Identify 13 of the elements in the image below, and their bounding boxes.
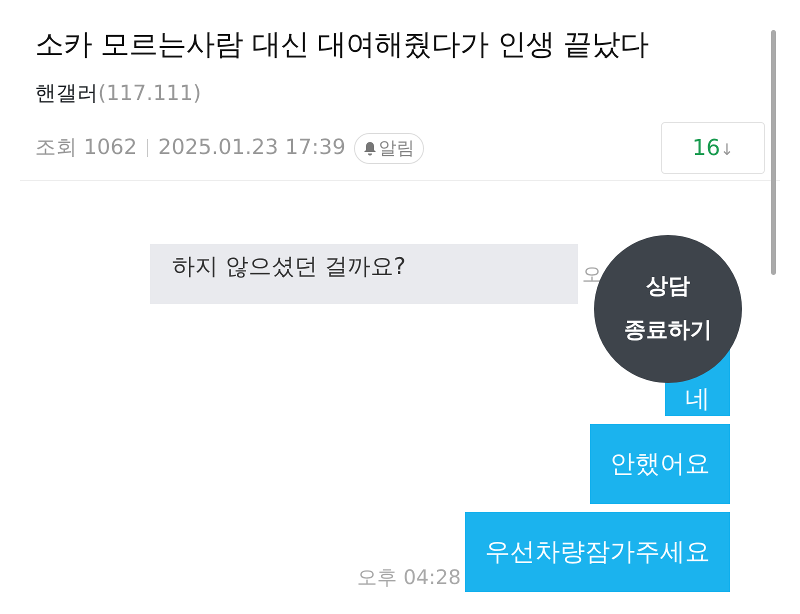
author-ip: (117.111) <box>98 81 202 105</box>
bell-icon <box>362 140 377 156</box>
message-bubble: 안했어요 <box>590 424 730 504</box>
message-bubble: 하지 않으셨던 걸까요? <box>150 244 578 304</box>
message-time: 오후 04:28 <box>357 564 461 591</box>
post-title: 소카 모르는사람 대신 대여해줬다가 인생 끝났다 <box>35 26 650 63</box>
author-name[interactable]: 핸갤러 <box>35 81 98 105</box>
message-bubble: 우선차량잠가주세요 <box>465 512 730 592</box>
alert-button[interactable]: 알림 <box>354 132 424 164</box>
comment-count-button[interactable]: 16↓ <box>661 122 765 174</box>
view-count: 조회 1062 <box>35 134 138 162</box>
post-date: 2025.01.23 17:39 <box>158 134 346 162</box>
scrollbar[interactable] <box>771 30 776 275</box>
